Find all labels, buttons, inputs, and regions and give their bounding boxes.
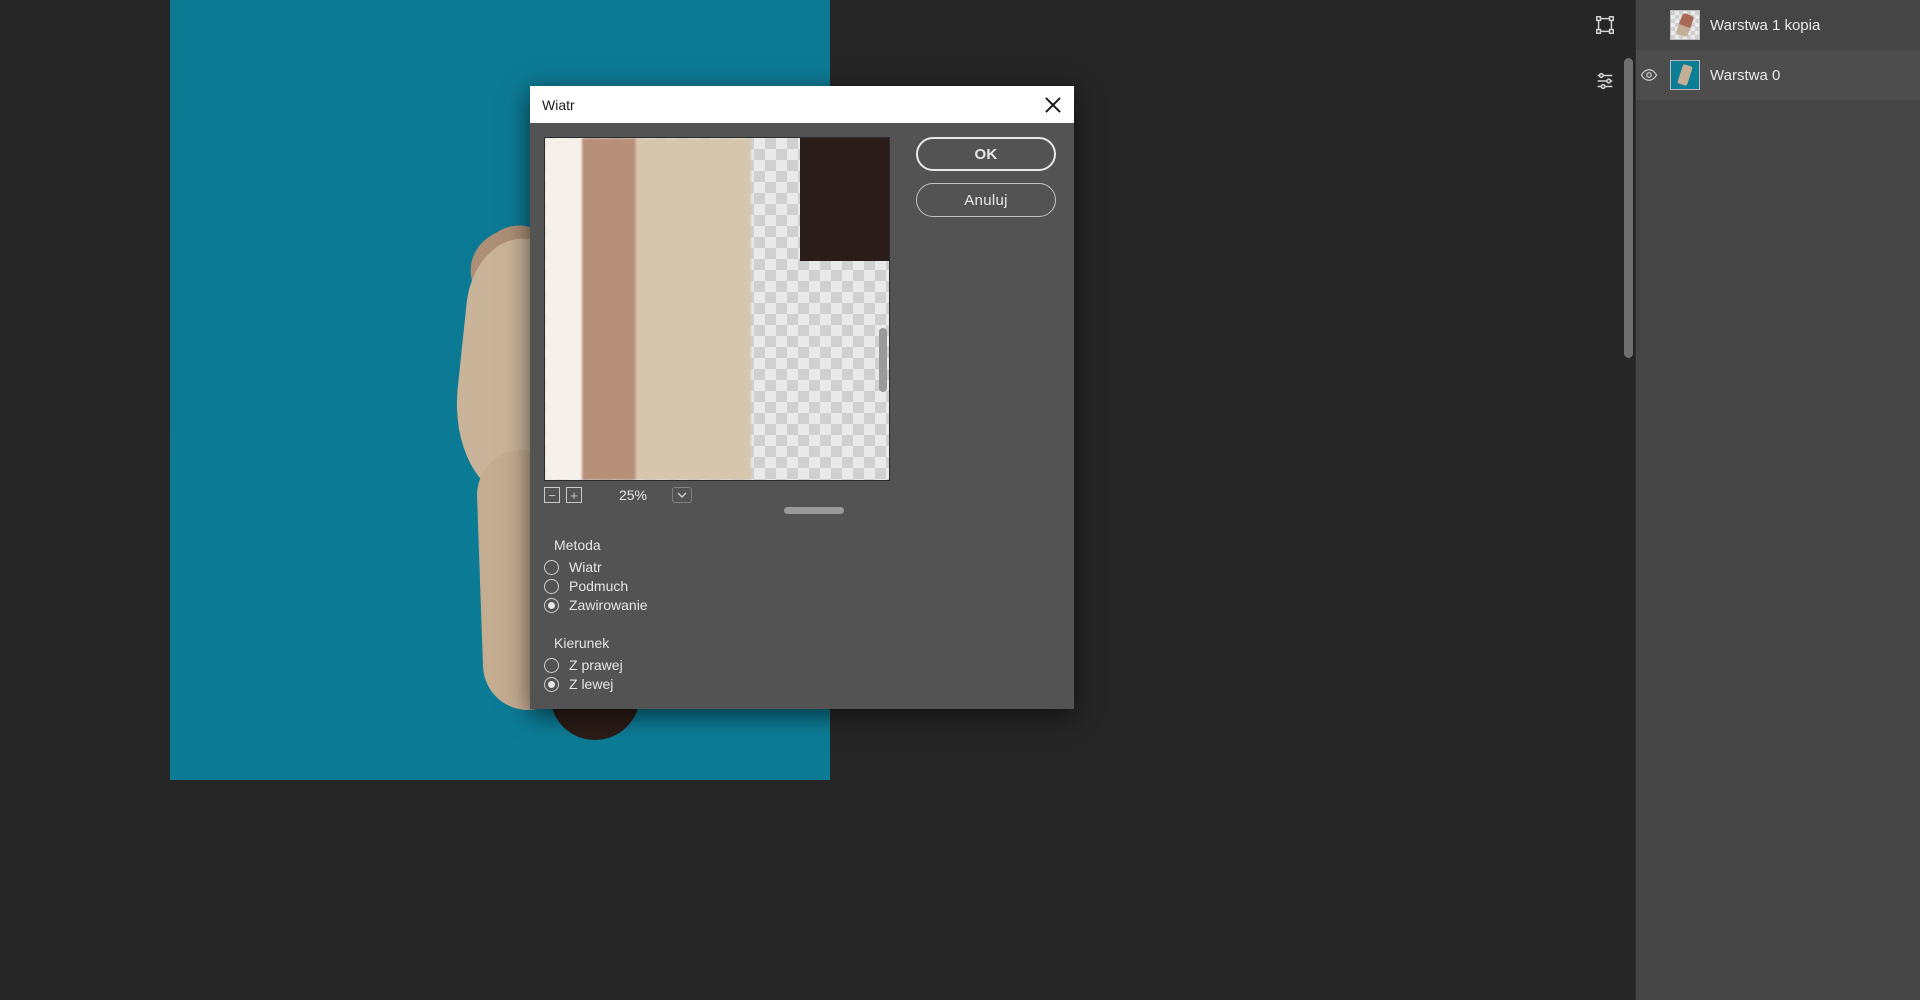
radio-icon [544, 560, 559, 575]
zoom-in-button[interactable]: + [566, 487, 582, 503]
close-icon[interactable] [1044, 96, 1062, 114]
method-option[interactable]: Zawirowanie [544, 597, 1060, 613]
layer-thumbnail [1670, 60, 1700, 90]
radio-icon [544, 658, 559, 673]
preview-vertical-scrollbar[interactable] [877, 138, 889, 481]
method-group: Metoda Wiatr Podmuch Zawirowanie [544, 537, 1060, 613]
radio-icon [544, 677, 559, 692]
zoom-dropdown[interactable] [672, 487, 692, 503]
method-option[interactable]: Wiatr [544, 559, 1060, 575]
method-label: Metoda [554, 537, 1060, 553]
cancel-button[interactable]: Anuluj [916, 183, 1056, 217]
direction-option[interactable]: Z prawej [544, 657, 1060, 673]
filter-preview[interactable] [544, 137, 890, 481]
layer-thumbnail [1670, 10, 1700, 40]
panel-scrollbar[interactable] [1622, 0, 1636, 1000]
dialog-titlebar[interactable]: Wiatr [530, 86, 1074, 123]
ok-button[interactable]: OK [916, 137, 1056, 171]
layer-row[interactable]: Warstwa 1 kopia [1636, 0, 1920, 50]
radio-icon [544, 598, 559, 613]
direction-option[interactable]: Z lewej [544, 676, 1060, 692]
direction-option-label: Z lewej [569, 676, 613, 692]
direction-group: Kierunek Z prawej Z lewej [544, 635, 1060, 692]
method-option-label: Podmuch [569, 578, 628, 594]
zoom-value: 25% [606, 487, 660, 503]
adjustments-panel-icon[interactable] [1594, 70, 1616, 92]
paths-panel-icon[interactable] [1594, 14, 1616, 36]
preview-horizontal-scrollbar[interactable] [544, 505, 890, 515]
radio-icon [544, 579, 559, 594]
method-option-label: Zawirowanie [569, 597, 648, 613]
layer-name: Warstwa 1 kopia [1710, 17, 1820, 34]
layer-row[interactable]: Warstwa 0 [1636, 50, 1920, 100]
method-option-label: Wiatr [569, 559, 602, 575]
zoom-out-button[interactable]: − [544, 487, 560, 503]
method-option[interactable]: Podmuch [544, 578, 1060, 594]
direction-label: Kierunek [554, 635, 1060, 651]
filter-dialog: Wiatr − + 25% [530, 86, 1074, 709]
dialog-title: Wiatr [542, 97, 575, 113]
direction-option-label: Z prawej [569, 657, 623, 673]
layer-name: Warstwa 0 [1710, 67, 1780, 84]
visibility-toggle[interactable] [1638, 14, 1660, 36]
layers-panel: Warstwa 1 kopia Warstwa 0 [1635, 0, 1920, 1000]
visibility-toggle[interactable] [1638, 64, 1660, 86]
